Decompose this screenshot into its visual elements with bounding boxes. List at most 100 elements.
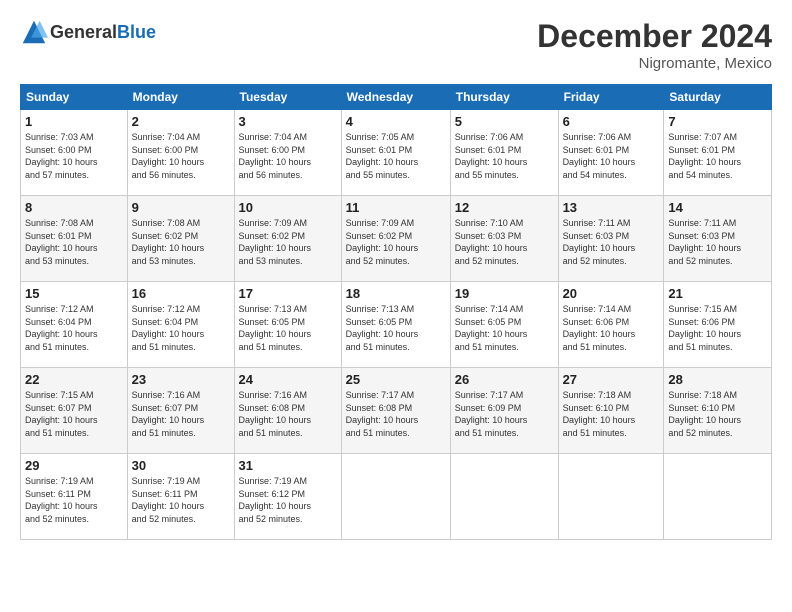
day-info: Sunrise: 7:13 AM Sunset: 6:05 PM Dayligh… (239, 303, 337, 353)
table-row: 29 Sunrise: 7:19 AM Sunset: 6:11 PM Dayli… (21, 454, 128, 540)
day-info: Sunrise: 7:06 AM Sunset: 6:01 PM Dayligh… (455, 131, 554, 181)
col-saturday: Saturday (664, 85, 772, 110)
table-row: 27 Sunrise: 7:18 AM Sunset: 6:10 PM Dayli… (558, 368, 664, 454)
table-row: 9Sunrise: 7:08 AM Sunset: 6:02 PM Daylig… (127, 196, 234, 282)
table-row: 15 Sunrise: 7:12 AM Sunset: 6:04 PM Dayli… (21, 282, 128, 368)
table-row (341, 454, 450, 540)
day-number: 3 (239, 114, 337, 129)
header: GeneralBlue December 2024 Nigromante, Me… (20, 18, 772, 72)
day-number: 7 (668, 114, 767, 129)
table-row: 16Sunrise: 7:12 AM Sunset: 6:04 PM Dayli… (127, 282, 234, 368)
day-info: Sunrise: 7:16 AM Sunset: 6:08 PM Dayligh… (239, 389, 337, 439)
day-number: 1 (25, 114, 123, 129)
day-number: 20 (563, 286, 660, 301)
table-row: 2Sunrise: 7:04 AM Sunset: 6:00 PM Daylig… (127, 110, 234, 196)
table-row: 1 Sunrise: 7:03 AM Sunset: 6:00 PM Daylig… (21, 110, 128, 196)
table-row: 30Sunrise: 7:19 AM Sunset: 6:11 PM Dayli… (127, 454, 234, 540)
day-number: 5 (455, 114, 554, 129)
table-row (558, 454, 664, 540)
day-number: 28 (668, 372, 767, 387)
day-info: Sunrise: 7:06 AM Sunset: 6:01 PM Dayligh… (563, 131, 660, 181)
day-info: Sunrise: 7:13 AM Sunset: 6:05 PM Dayligh… (346, 303, 446, 353)
table-row: 4 Sunrise: 7:05 AM Sunset: 6:01 PM Daylig… (341, 110, 450, 196)
table-row: 17 Sunrise: 7:13 AM Sunset: 6:05 PM Dayli… (234, 282, 341, 368)
table-row: 11Sunrise: 7:09 AM Sunset: 6:02 PM Dayli… (341, 196, 450, 282)
day-info: Sunrise: 7:03 AM Sunset: 6:00 PM Dayligh… (25, 131, 123, 181)
day-info: Sunrise: 7:07 AM Sunset: 6:01 PM Dayligh… (668, 131, 767, 181)
day-number: 17 (239, 286, 337, 301)
title-block: December 2024 Nigromante, Mexico (537, 18, 772, 72)
table-row: 31 Sunrise: 7:19 AM Sunset: 6:12 PM Dayli… (234, 454, 341, 540)
calendar-header-row: Sunday Monday Tuesday Wednesday Thursday… (21, 85, 772, 110)
day-number: 19 (455, 286, 554, 301)
day-number: 23 (132, 372, 230, 387)
table-row: 3Sunrise: 7:04 AM Sunset: 6:00 PM Daylig… (234, 110, 341, 196)
day-info: Sunrise: 7:15 AM Sunset: 6:07 PM Dayligh… (25, 389, 123, 439)
day-info: Sunrise: 7:14 AM Sunset: 6:06 PM Dayligh… (563, 303, 660, 353)
day-number: 25 (346, 372, 446, 387)
calendar-table: Sunday Monday Tuesday Wednesday Thursday… (20, 84, 772, 540)
day-number: 31 (239, 458, 337, 473)
day-info: Sunrise: 7:18 AM Sunset: 6:10 PM Dayligh… (668, 389, 767, 439)
table-row (664, 454, 772, 540)
day-number: 4 (346, 114, 446, 129)
day-info: Sunrise: 7:09 AM Sunset: 6:02 PM Dayligh… (346, 217, 446, 267)
table-row: 14Sunrise: 7:11 AM Sunset: 6:03 PM Dayli… (664, 196, 772, 282)
calendar-row: 29 Sunrise: 7:19 AM Sunset: 6:11 PM Dayli… (21, 454, 772, 540)
day-info: Sunrise: 7:19 AM Sunset: 6:12 PM Dayligh… (239, 475, 337, 525)
table-row: 22 Sunrise: 7:15 AM Sunset: 6:07 PM Dayli… (21, 368, 128, 454)
table-row: 25 Sunrise: 7:17 AM Sunset: 6:08 PM Dayli… (341, 368, 450, 454)
table-row: 7 Sunrise: 7:07 AM Sunset: 6:01 PM Daylig… (664, 110, 772, 196)
day-number: 22 (25, 372, 123, 387)
day-info: Sunrise: 7:12 AM Sunset: 6:04 PM Dayligh… (25, 303, 123, 353)
logo-icon (20, 18, 48, 46)
calendar-row: 8Sunrise: 7:08 AM Sunset: 6:01 PM Daylig… (21, 196, 772, 282)
day-number: 27 (563, 372, 660, 387)
logo-general: General (50, 22, 117, 42)
day-info: Sunrise: 7:15 AM Sunset: 6:06 PM Dayligh… (668, 303, 767, 353)
day-info: Sunrise: 7:17 AM Sunset: 6:08 PM Dayligh… (346, 389, 446, 439)
table-row: 26 Sunrise: 7:17 AM Sunset: 6:09 PM Dayli… (450, 368, 558, 454)
table-row: 19Sunrise: 7:14 AM Sunset: 6:05 PM Dayli… (450, 282, 558, 368)
table-row: 23 Sunrise: 7:16 AM Sunset: 6:07 PM Dayli… (127, 368, 234, 454)
month-title: December 2024 (537, 18, 772, 55)
col-wednesday: Wednesday (341, 85, 450, 110)
table-row: 5 Sunrise: 7:06 AM Sunset: 6:01 PM Daylig… (450, 110, 558, 196)
table-row: 28 Sunrise: 7:18 AM Sunset: 6:10 PM Dayli… (664, 368, 772, 454)
day-number: 29 (25, 458, 123, 473)
day-number: 10 (239, 200, 337, 215)
logo-blue: Blue (117, 22, 156, 42)
day-number: 21 (668, 286, 767, 301)
day-info: Sunrise: 7:09 AM Sunset: 6:02 PM Dayligh… (239, 217, 337, 267)
day-number: 8 (25, 200, 123, 215)
day-number: 6 (563, 114, 660, 129)
table-row: 20 Sunrise: 7:14 AM Sunset: 6:06 PM Dayli… (558, 282, 664, 368)
day-info: Sunrise: 7:16 AM Sunset: 6:07 PM Dayligh… (132, 389, 230, 439)
day-info: Sunrise: 7:12 AM Sunset: 6:04 PM Dayligh… (132, 303, 230, 353)
day-info: Sunrise: 7:04 AM Sunset: 6:00 PM Dayligh… (132, 131, 230, 181)
day-number: 14 (668, 200, 767, 215)
day-info: Sunrise: 7:18 AM Sunset: 6:10 PM Dayligh… (563, 389, 660, 439)
table-row: 10 Sunrise: 7:09 AM Sunset: 6:02 PM Dayli… (234, 196, 341, 282)
day-number: 12 (455, 200, 554, 215)
day-info: Sunrise: 7:19 AM Sunset: 6:11 PM Dayligh… (132, 475, 230, 525)
col-thursday: Thursday (450, 85, 558, 110)
col-tuesday: Tuesday (234, 85, 341, 110)
day-number: 15 (25, 286, 123, 301)
calendar-row: 1 Sunrise: 7:03 AM Sunset: 6:00 PM Daylig… (21, 110, 772, 196)
calendar-row: 22 Sunrise: 7:15 AM Sunset: 6:07 PM Dayli… (21, 368, 772, 454)
calendar-row: 15 Sunrise: 7:12 AM Sunset: 6:04 PM Dayli… (21, 282, 772, 368)
day-number: 26 (455, 372, 554, 387)
page: GeneralBlue December 2024 Nigromante, Me… (0, 0, 792, 550)
col-sunday: Sunday (21, 85, 128, 110)
day-info: Sunrise: 7:19 AM Sunset: 6:11 PM Dayligh… (25, 475, 123, 525)
day-info: Sunrise: 7:17 AM Sunset: 6:09 PM Dayligh… (455, 389, 554, 439)
day-info: Sunrise: 7:11 AM Sunset: 6:03 PM Dayligh… (563, 217, 660, 267)
location: Nigromante, Mexico (537, 55, 772, 72)
day-info: Sunrise: 7:05 AM Sunset: 6:01 PM Dayligh… (346, 131, 446, 181)
table-row: 8Sunrise: 7:08 AM Sunset: 6:01 PM Daylig… (21, 196, 128, 282)
col-monday: Monday (127, 85, 234, 110)
table-row: 24Sunrise: 7:16 AM Sunset: 6:08 PM Dayli… (234, 368, 341, 454)
day-number: 18 (346, 286, 446, 301)
day-info: Sunrise: 7:08 AM Sunset: 6:02 PM Dayligh… (132, 217, 230, 267)
